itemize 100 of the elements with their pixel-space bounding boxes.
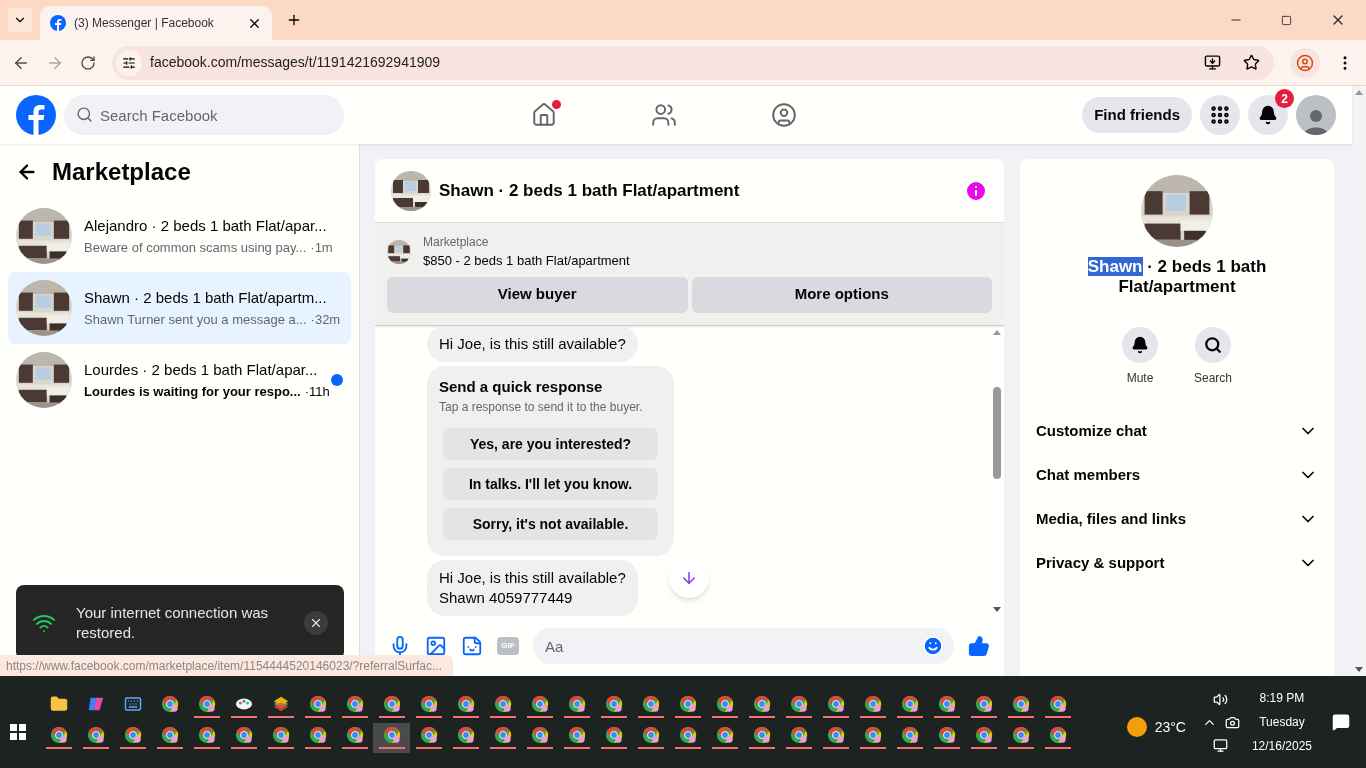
scroll-up-icon[interactable]: [993, 329, 1001, 335]
browser-icon: [308, 726, 327, 744]
toast-message: Your internet connection was restored.: [76, 602, 270, 643]
message-text: Hi Joe, is this still available?: [439, 568, 626, 588]
chat-list-item[interactable]: Shawn · 2 beds 1 bath Flat/apartm... Shawn Turner sent you a message a... ·32m: [8, 272, 351, 344]
account-button[interactable]: [1296, 95, 1336, 135]
clock-time: 8:19 PM: [1259, 690, 1305, 707]
browser-icon: [974, 695, 993, 713]
chat-preview: Beware of common scams using pay...: [84, 238, 307, 257]
scroll-down-button[interactable]: [669, 558, 709, 598]
browser-icon: [1011, 726, 1030, 744]
camera-icon[interactable]: [1224, 714, 1240, 730]
action-button[interactable]: More options: [691, 276, 992, 313]
section-header[interactable]: Chat members: [1036, 453, 1318, 497]
browser-icon: [567, 695, 586, 713]
action-button[interactable]: View buyer: [387, 276, 688, 313]
chat-list-item[interactable]: Alejandro · 2 beds 1 bath Flat/apar... Beware of common scams using pay... ·1m: [8, 200, 351, 272]
browser-icon: [604, 695, 623, 713]
card-subtitle: Tap a response to send it to the buyer.: [439, 399, 644, 416]
chat-time: ·11h: [304, 382, 330, 401]
search-field[interactable]: Search Facebook: [64, 95, 344, 135]
profile-icon: [1296, 53, 1314, 72]
install-icon[interactable]: [1204, 54, 1221, 71]
network-icon[interactable]: [1213, 737, 1229, 753]
reload-icon[interactable]: [80, 54, 96, 71]
browser-icon: [419, 726, 438, 744]
facebook-logo[interactable]: [16, 95, 56, 135]
browser-icon: [863, 695, 882, 713]
browser-icon: [271, 726, 290, 744]
message-field[interactable]: Aa: [533, 628, 954, 664]
home-icon: [531, 102, 557, 128]
browser-icon: [752, 695, 771, 713]
grid-icon: [1209, 104, 1231, 126]
browser-icon: [160, 695, 179, 713]
url-text: facebook.com/messages/t/1191421692941909: [150, 53, 442, 72]
browser-icon: [863, 726, 882, 744]
new-tab-icon[interactable]: [286, 12, 302, 28]
tab-list-button[interactable]: [8, 8, 32, 32]
browser-icon: [530, 726, 549, 744]
app-icon: [86, 695, 105, 713]
listing-label: Marketplace: [423, 234, 490, 251]
friends-icon: [651, 102, 677, 128]
search-icon: [1204, 336, 1222, 354]
notification-badge: 2: [1275, 89, 1294, 108]
search-icon: [76, 106, 93, 123]
sun-icon: [1126, 717, 1147, 737]
emoji-icon[interactable]: [922, 635, 944, 657]
browser-icon: [789, 695, 808, 713]
taskbar-button[interactable]: [373, 722, 410, 753]
browser-tab[interactable]: (3) Messenger | Facebook: [40, 6, 272, 40]
bookmark-icon[interactable]: [1243, 54, 1260, 71]
browser-icon: [641, 726, 660, 744]
browser-icon: [604, 726, 623, 744]
volume-icon[interactable]: [1213, 691, 1229, 707]
quick-reply-button[interactable]: In talks. I'll let you know.: [443, 468, 658, 500]
browser-icon: [715, 726, 734, 744]
chat-title: Shawn · 2 beds 1 bath Flat/apartment: [439, 179, 741, 202]
weather-text: 23°C: [1154, 717, 1186, 737]
menu-button[interactable]: [1200, 95, 1240, 135]
browser-icon: [678, 695, 697, 713]
scroll-up-icon[interactable]: [1355, 90, 1363, 95]
status-url: https://www.facebook.com/marketplace/item/1154444520146023/?referralSurfac...: [0, 655, 453, 676]
browser-icon: [197, 695, 216, 713]
find-friends-button[interactable]: Find friends: [1082, 97, 1192, 133]
quick-reply-button[interactable]: Yes, are you interested?: [443, 428, 658, 460]
browser-icon: [678, 726, 697, 744]
browser-icon: [1011, 695, 1030, 713]
browser-icon: [160, 726, 179, 744]
windows-icon[interactable]: [10, 724, 26, 740]
chat-list-item[interactable]: Lourdes · 2 beds 1 bath Flat/apar... Lourdes is waiting for your respo... ·11h: [8, 344, 351, 416]
browser-icon: [382, 726, 401, 744]
sticker-icon[interactable]: [461, 635, 483, 657]
scrollbar-thumb[interactable]: [993, 386, 1001, 479]
scroll-down-icon[interactable]: [1355, 667, 1363, 672]
section-header[interactable]: Privacy & support: [1036, 541, 1318, 585]
notifications-button[interactable]: [1248, 95, 1288, 135]
keyboard-icon: [123, 695, 142, 713]
maximize-icon[interactable]: [1281, 14, 1292, 26]
site-settings-button[interactable]: [116, 49, 142, 76]
quick-reply-button[interactable]: Sorry, it's not available.: [443, 508, 658, 540]
chat-name: Lourdes · 2 beds 1 bath Flat/apar...: [84, 360, 319, 380]
like-icon[interactable]: [968, 635, 990, 657]
browser-icon: [752, 726, 771, 744]
section-header[interactable]: Media, files and links: [1036, 497, 1318, 541]
close-button[interactable]: [304, 610, 328, 635]
section-header[interactable]: Customize chat: [1036, 409, 1318, 453]
browser-icon: [456, 695, 475, 713]
facebook-logo-icon: [50, 15, 66, 31]
browser-icon: [49, 726, 68, 744]
browser-icon: [1048, 726, 1067, 744]
photo-icon[interactable]: [425, 635, 447, 657]
scroll-down-icon[interactable]: [993, 607, 1001, 612]
address-bar[interactable]: facebook.com/messages/t/1191421692941909: [112, 45, 1274, 80]
groups-icon: [771, 102, 797, 128]
notifications-icon[interactable]: [1332, 713, 1350, 731]
browser-icon: [789, 726, 808, 744]
profile-button[interactable]: [1290, 47, 1320, 78]
browser-icon: [641, 695, 660, 713]
browser-icon: [345, 726, 364, 744]
browser-icon: [234, 726, 253, 744]
